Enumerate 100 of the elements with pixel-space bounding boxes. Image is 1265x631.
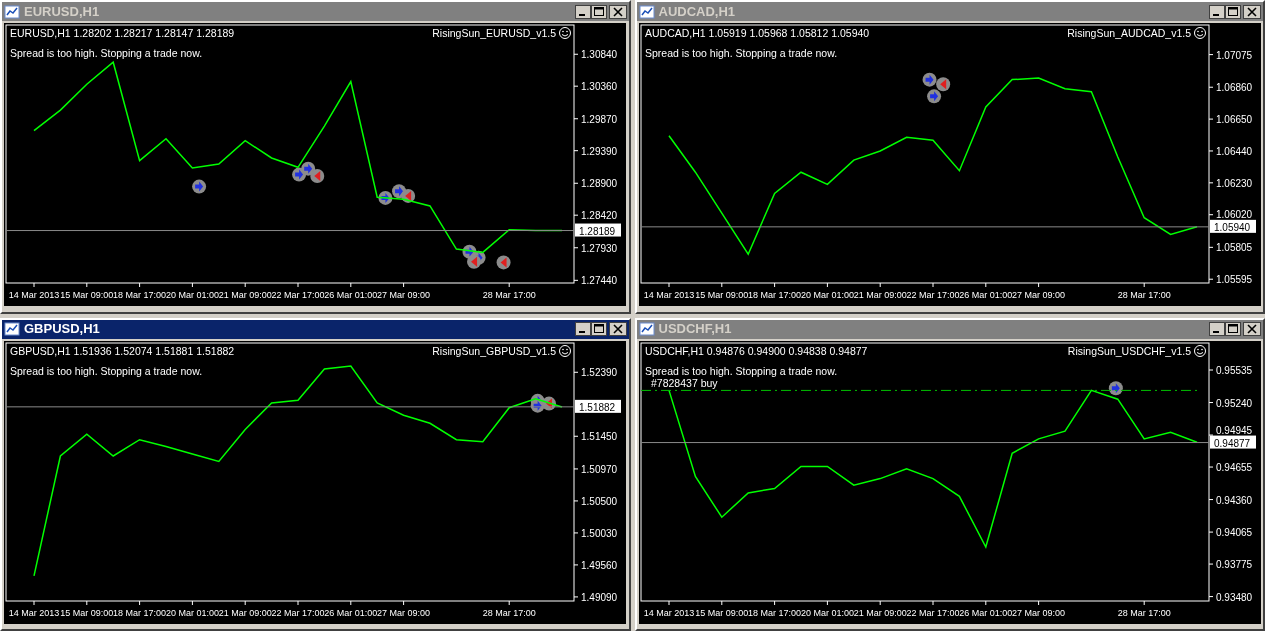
chart-window-icon bbox=[4, 4, 20, 19]
maximize-button[interactable] bbox=[1225, 4, 1241, 19]
time-axis-label: 26 Mar 01:00 bbox=[958, 290, 1012, 300]
price-axis-label: 1.27930 bbox=[581, 242, 618, 254]
trade-marker-icon bbox=[542, 396, 556, 411]
chart-window-icon bbox=[4, 322, 20, 336]
chart-window-icon bbox=[638, 4, 655, 19]
price-axis-label: 0.94360 bbox=[1215, 494, 1252, 506]
price-axis-label: 0.93480 bbox=[1215, 591, 1252, 603]
time-axis-label: 18 Mar 17:00 bbox=[113, 290, 167, 300]
window-title: USDCHF,H1 bbox=[658, 320, 733, 339]
price-axis-label: 1.05595 bbox=[1215, 274, 1252, 286]
price-axis-label: 1.06650 bbox=[1215, 114, 1252, 126]
price-axis-label: 1.27440 bbox=[581, 275, 618, 287]
price-axis-label: 0.94945 bbox=[1215, 424, 1252, 436]
smiley-icon bbox=[559, 344, 571, 357]
trade-marker-icon bbox=[467, 254, 482, 269]
expert-name: RisingSun_EURUSD_v1.5 bbox=[432, 27, 556, 39]
title-bar[interactable]: AUDCAD,H1 bbox=[636, 2, 1263, 21]
time-axis-label: 21 Mar 09:00 bbox=[853, 290, 907, 300]
trade-marker-icon bbox=[926, 89, 941, 104]
title-bar[interactable]: USDCHF,H1 bbox=[636, 319, 1263, 339]
price-axis-label: 1.49090 bbox=[581, 591, 618, 603]
trade-marker-icon bbox=[935, 77, 950, 92]
minimize-button[interactable] bbox=[1209, 322, 1225, 336]
time-axis-label: 15 Mar 09:00 bbox=[694, 290, 748, 300]
current-price-tag: 1.05940 bbox=[1209, 219, 1256, 233]
time-axis-label: 27 Mar 09:00 bbox=[377, 607, 431, 618]
current-price-tag: 1.51882 bbox=[575, 399, 621, 413]
smiley-icon bbox=[1193, 27, 1206, 39]
time-axis-label: 20 Mar 01:00 bbox=[165, 290, 219, 300]
time-axis-label: 28 Mar 17:00 bbox=[1117, 290, 1171, 300]
price-axis-label: 1.50500 bbox=[581, 495, 618, 507]
maximize-button[interactable] bbox=[590, 4, 607, 19]
status-message: Spread is too high. Stopping a trade now. bbox=[644, 47, 837, 59]
close-button[interactable] bbox=[1243, 322, 1261, 336]
time-axis-label: 28 Mar 17:00 bbox=[1117, 607, 1171, 618]
minimize-button[interactable] bbox=[574, 4, 591, 19]
time-axis-label: 18 Mar 17:00 bbox=[747, 290, 801, 300]
price-axis-label: 1.06440 bbox=[1215, 145, 1252, 157]
trade-marker-icon bbox=[1108, 380, 1123, 395]
close-button[interactable] bbox=[608, 4, 627, 19]
time-axis-label: 26 Mar 01:00 bbox=[324, 607, 378, 618]
price-axis-label: 1.07075 bbox=[1215, 49, 1252, 61]
price-axis-label: 1.29390 bbox=[581, 145, 618, 157]
price-axis-label: 1.29870 bbox=[581, 113, 618, 125]
expert-name: RisingSun_USDCHF_v1.5 bbox=[1067, 344, 1191, 357]
price-axis-label: 0.94065 bbox=[1215, 526, 1252, 538]
time-axis-label: 27 Mar 09:00 bbox=[377, 290, 431, 300]
price-axis-label: 1.30840 bbox=[581, 49, 618, 61]
chart-info-text: USDCHF,H1 0.94876 0.94900 0.94838 0.94877 bbox=[644, 344, 867, 357]
trade-marker-icon bbox=[530, 398, 545, 413]
maximize-button[interactable] bbox=[1225, 322, 1241, 336]
trade-marker-icon bbox=[378, 190, 393, 205]
status-message: Spread is too high. Stopping a trade now. bbox=[10, 364, 203, 377]
time-axis-label: 14 Mar 2013 bbox=[8, 607, 60, 618]
trade-marker-icon bbox=[922, 72, 937, 87]
price-axis-label: 1.06020 bbox=[1215, 208, 1252, 220]
maximize-button[interactable] bbox=[590, 322, 607, 336]
time-axis-label: 20 Mar 01:00 bbox=[800, 607, 854, 618]
time-axis-label: 15 Mar 09:00 bbox=[60, 607, 114, 618]
expert-name: RisingSun_AUDCAD_v1.5 bbox=[1066, 27, 1191, 39]
minimize-button[interactable] bbox=[1209, 4, 1225, 19]
status-message: Spread is too high. Stopping a trade now. bbox=[10, 47, 203, 59]
title-bar[interactable]: GBPUSD,H1 bbox=[2, 319, 629, 339]
smiley-icon bbox=[559, 27, 571, 39]
time-axis-label: 28 Mar 17:00 bbox=[482, 290, 536, 300]
smiley-icon bbox=[1193, 344, 1206, 357]
price-axis-label: 0.95535 bbox=[1215, 364, 1252, 376]
chart-info-text: EURUSD,H1 1.28202 1.28217 1.28147 1.28189 bbox=[10, 27, 235, 39]
price-axis-label: 1.28420 bbox=[581, 210, 618, 222]
expert-name: RisingSun_GBPUSD_v1.5 bbox=[432, 344, 556, 357]
window-title: AUDCAD,H1 bbox=[658, 2, 737, 21]
time-axis-label: 18 Mar 17:00 bbox=[113, 607, 167, 618]
window-title: GBPUSD,H1 bbox=[24, 320, 101, 339]
trade-marker-icon bbox=[496, 255, 511, 270]
time-axis-label: 22 Mar 17:00 bbox=[906, 290, 959, 300]
price-axis-label: 1.06860 bbox=[1215, 82, 1252, 94]
trade-marker-icon bbox=[401, 188, 416, 203]
price-axis-label: 1.28900 bbox=[581, 178, 618, 190]
chart-info-text: GBPUSD,H1 1.51936 1.52074 1.51881 1.51882 bbox=[10, 344, 235, 357]
chart-info-text: AUDCAD,H1 1.05919 1.05968 1.05812 1.05940 bbox=[644, 27, 869, 39]
time-axis-label: 15 Mar 09:00 bbox=[694, 607, 748, 618]
time-axis-label: 14 Mar 2013 bbox=[643, 607, 694, 618]
price-axis-label: 0.93775 bbox=[1215, 558, 1252, 570]
price-axis-label: 0.94655 bbox=[1215, 461, 1252, 473]
price-axis-label: 1.30360 bbox=[581, 81, 618, 93]
close-button[interactable] bbox=[608, 322, 627, 336]
close-button[interactable] bbox=[1243, 4, 1261, 19]
price-axis-label: 1.49560 bbox=[581, 559, 618, 571]
minimize-button[interactable] bbox=[574, 322, 591, 336]
time-axis-label: 15 Mar 09:00 bbox=[60, 290, 114, 300]
time-axis-label: 14 Mar 2013 bbox=[8, 290, 60, 300]
trade-marker-icon bbox=[192, 179, 207, 194]
time-axis-label: 21 Mar 09:00 bbox=[218, 290, 272, 300]
time-axis-label: 14 Mar 2013 bbox=[643, 290, 694, 300]
current-price-tag: 1.28189 bbox=[575, 223, 621, 237]
trade-marker-icon bbox=[310, 168, 325, 183]
price-axis-label: 1.06230 bbox=[1215, 177, 1252, 189]
title-bar[interactable]: EURUSD,H1 bbox=[2, 2, 629, 21]
